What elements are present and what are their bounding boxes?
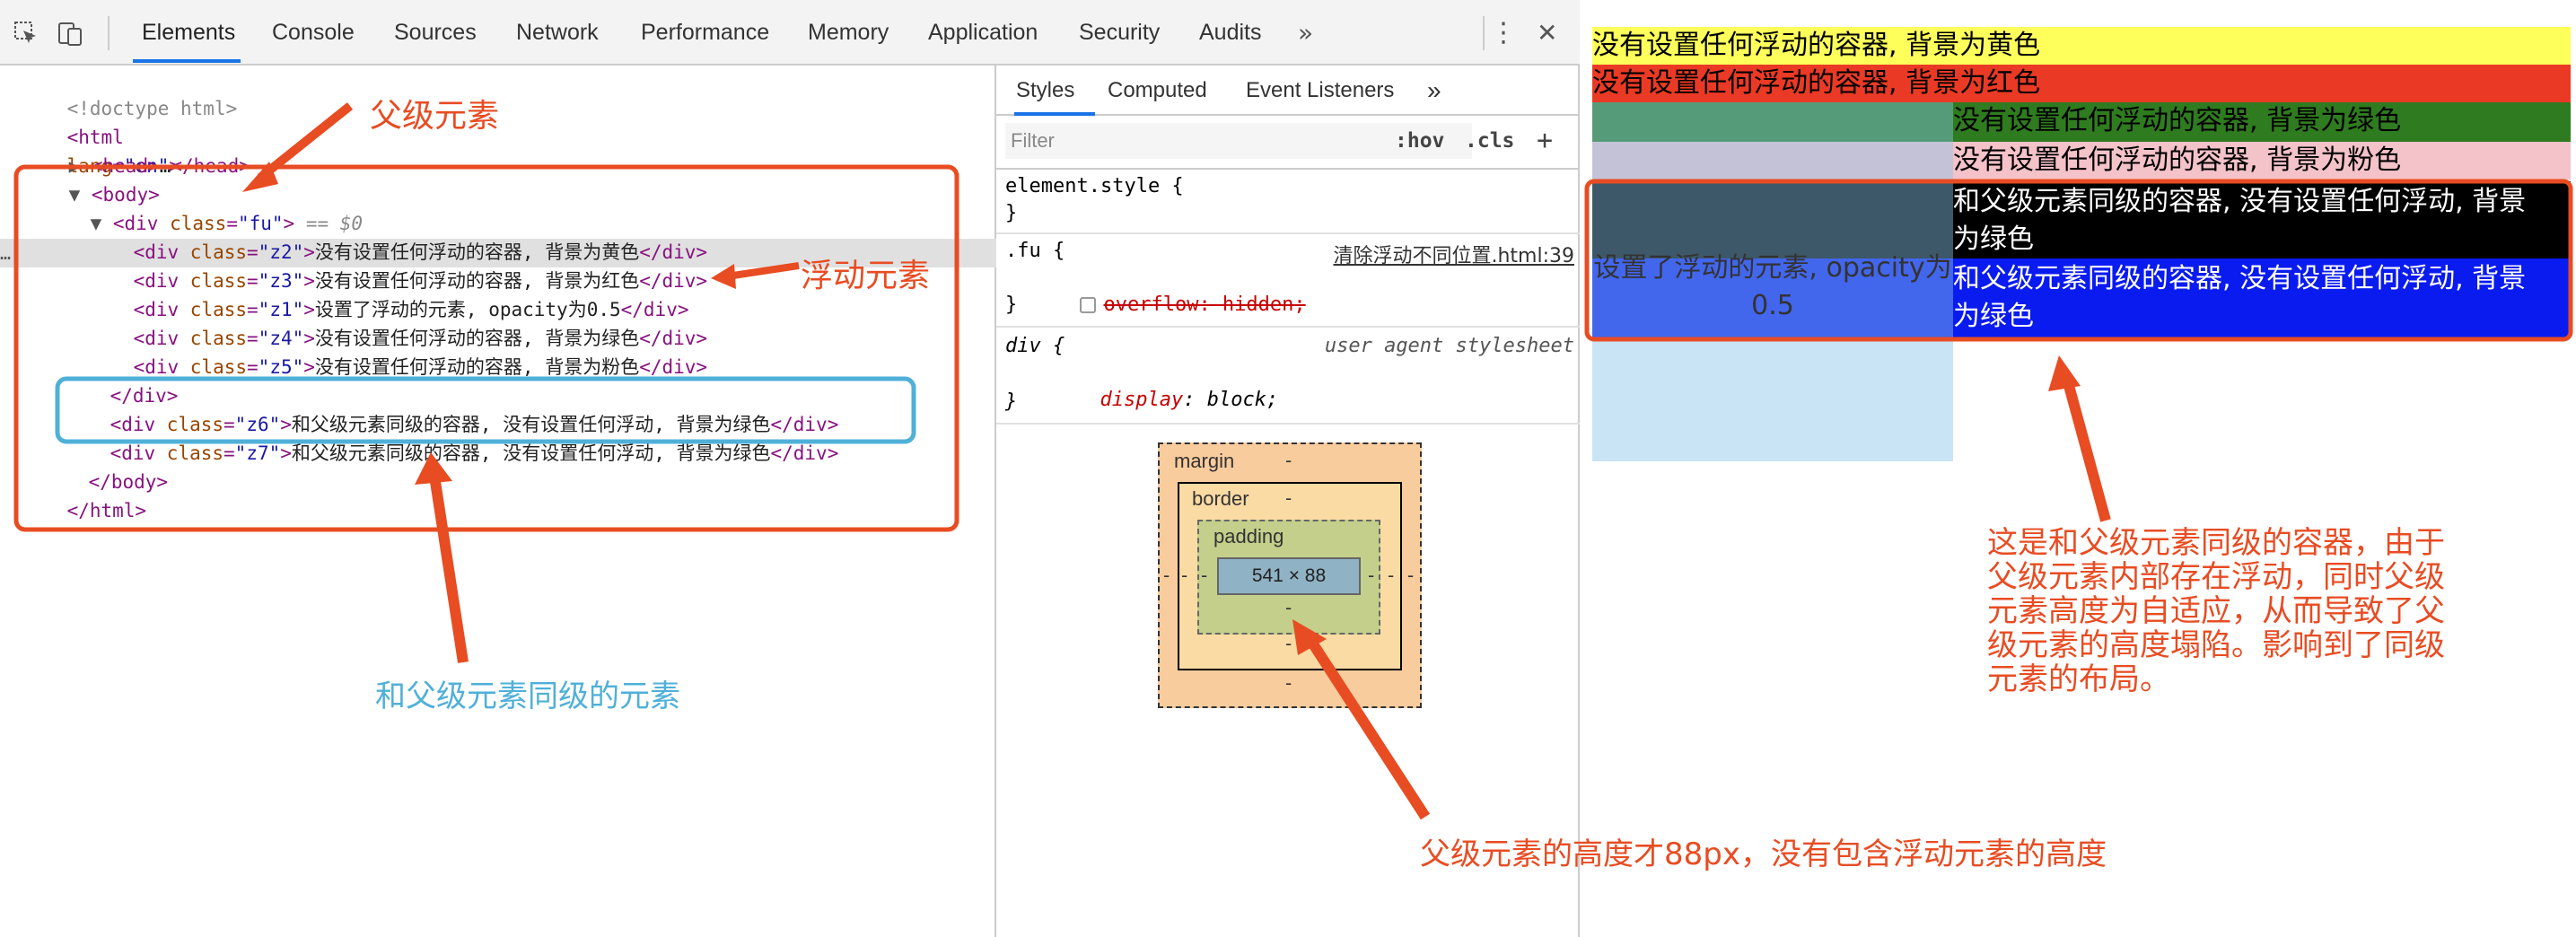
explain-arrow-head — [2048, 355, 2081, 391]
annotation-height: 父级元素的高度才88px，没有包含浮动元素的高度 — [1420, 836, 2107, 872]
annotation-explain: 这是和父级元素同级的容器，由于 父级元素内部存在浮动，同时父级 元素高度为自适应… — [1987, 525, 2445, 697]
sibling-highlight-box — [55, 376, 916, 444]
annotation-floating: 浮动元素 — [801, 258, 931, 294]
sibling-arrow-head — [415, 452, 452, 485]
float-arrow-head — [711, 264, 736, 289]
sibling-arrow — [429, 475, 469, 663]
annotation-sibling: 和父级元素同级的元素 — [375, 679, 680, 714]
annotation-overlay — [13, 102, 2573, 820]
sibling-page-highlight-box — [1584, 179, 2573, 342]
parent-highlight-box — [13, 164, 959, 532]
float-arrow — [726, 262, 800, 280]
height-arrow — [1307, 639, 1431, 820]
annotation-parent: 父级元素 — [370, 98, 500, 135]
explain-arrow — [2063, 381, 2111, 522]
